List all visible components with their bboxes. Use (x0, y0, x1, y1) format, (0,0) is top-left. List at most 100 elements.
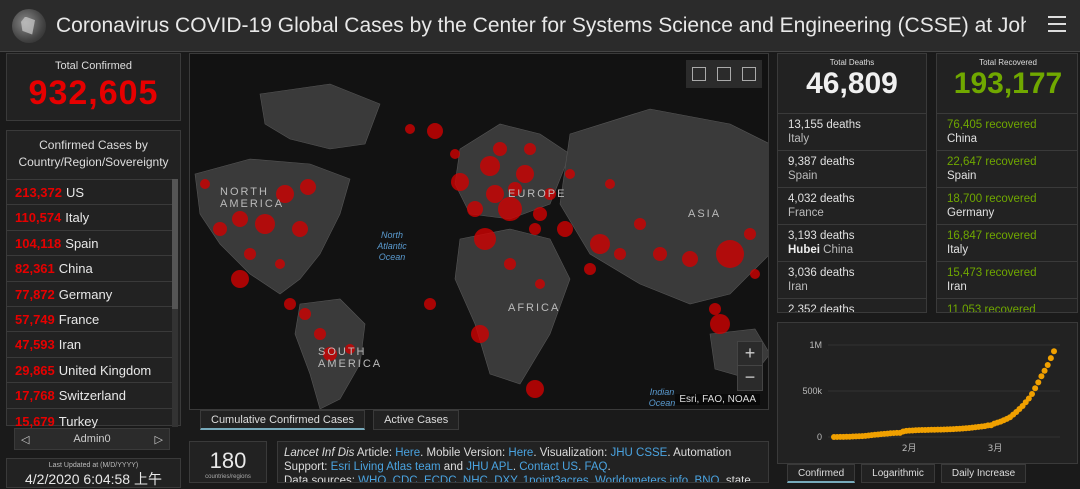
last-updated-panel: Last Updated at (M/D/YYYY) 4/2/2020 6:04… (6, 458, 181, 488)
deaths-row[interactable]: 3,193 deaths Hubei China (778, 225, 926, 262)
country-name: US (66, 185, 85, 200)
admin-label: Admin0 (73, 433, 111, 445)
recovered-row[interactable]: 16,847 recovered Italy (937, 225, 1077, 262)
country-name: Iran (58, 337, 82, 353)
recovered-row[interactable]: 22,647 recovered Spain (937, 151, 1077, 188)
confirmed-count: 29,865 (15, 362, 55, 378)
recovered-count: 15,473 recovered (947, 267, 1037, 279)
chart-point (1035, 379, 1042, 386)
confirmed-count: 15,679 (15, 413, 55, 429)
total-deaths-panel: Total Deaths 46,809 13,155 deaths Italy 9,… (777, 53, 927, 313)
list-scrollbar[interactable] (172, 179, 178, 427)
confirmed-country-row[interactable]: 104,118 Spain (7, 229, 173, 255)
tab-confirmed[interactable]: Confirmed (787, 464, 856, 483)
deaths-row[interactable]: 9,387 deaths Spain (778, 151, 926, 188)
recovered-row[interactable]: 11,053 recoveredFrance (937, 299, 1077, 313)
zoom-in-button[interactable]: + (738, 342, 762, 366)
chart-point (1038, 373, 1045, 380)
country-name: Germany (58, 286, 113, 302)
confirmed-country-row[interactable]: 77,872 Germany (7, 280, 173, 306)
recovered-count: 11,053 recovered (947, 304, 1036, 313)
list-icon[interactable] (716, 67, 731, 81)
y-tick-label: 0 (817, 432, 822, 442)
confirmed-chart-panel: 1M 500k 0 2月 3月 (777, 322, 1078, 464)
confirmed-country-row[interactable]: 47,593 Iran (7, 331, 173, 356)
label-africa: AFRICA (508, 302, 561, 314)
deaths-list: 13,155 deaths Italy 9,387 deaths Spain 4,032… (778, 114, 926, 312)
confirmed-count: 104,118 (15, 235, 62, 251)
deaths-row[interactable]: 13,155 deaths Italy (778, 114, 926, 151)
deaths-count: 9,387 deaths (788, 156, 855, 168)
recovered-count: 16,847 recovered (947, 230, 1037, 242)
countries-count-value: 180 (209, 448, 247, 473)
recovered-count: 18,700 recovered (947, 193, 1037, 205)
last-updated-value: 4/2/2020 6:04:58 上午 (25, 471, 162, 487)
chart-point (1032, 385, 1039, 392)
recovered-count: 22,647 recovered (947, 156, 1037, 168)
hamburger-menu-icon[interactable] (1048, 16, 1066, 32)
zoom-control: + − (737, 341, 763, 391)
tab-logarithmic[interactable]: Logarithmic (861, 464, 935, 483)
confirmed-country-row[interactable]: 29,865 United Kingdom (7, 356, 173, 382)
deaths-location: Hubei China (788, 244, 854, 256)
bookmark-icon[interactable] (691, 67, 706, 81)
confirmed-country-row[interactable]: 110,574 Italy (7, 204, 173, 229)
data-sources-link[interactable]: WHO, CDC, ECDC, NHC, DXY, 1point3acres, … (358, 475, 722, 482)
recovered-list: 76,405 recovered China 22,647 recovered Spa… (937, 114, 1077, 313)
tab-daily-increase[interactable]: Daily Increase (940, 464, 1027, 483)
deaths-location: Iran (788, 281, 808, 293)
prev-arrow-icon[interactable]: ◁ (21, 433, 29, 446)
deaths-row[interactable]: 3,036 deaths Iran (778, 262, 926, 299)
tab-cumulative-confirmed[interactable]: Cumulative Confirmed Cases (200, 410, 366, 430)
here-link-article[interactable]: Here (395, 447, 420, 459)
world-map[interactable]: NORTH AMERICA SOUTH AMERICA EUROPE AFRICA … (189, 53, 769, 410)
deaths-count: 3,193 deaths (788, 230, 855, 242)
map-toolbar (686, 60, 762, 88)
esri-link[interactable]: Esri Living Atlas team (331, 461, 441, 473)
jhu-apl-link[interactable]: JHU APL (466, 461, 513, 473)
map-tabs: Cumulative Confirmed Cases Active Cases (200, 410, 467, 430)
label-europe: EUROPE (508, 188, 567, 200)
deaths-location: Italy (788, 133, 810, 145)
tab-active-cases[interactable]: Active Cases (373, 410, 460, 430)
qr-code-icon[interactable] (742, 67, 757, 81)
total-recovered-value: 193,177 (953, 67, 1063, 100)
total-deaths-header: Total Deaths 46,809 (778, 58, 926, 114)
total-recovered-header: Total Recovered 193,177 (937, 58, 1077, 114)
recovered-count: 76,405 recovered (947, 119, 1037, 131)
chart-point (1051, 348, 1057, 355)
deaths-row[interactable]: 2,352 deathsUnited Kingdom (778, 299, 926, 312)
confirmed-count: 17,768 (15, 388, 55, 404)
recovered-row[interactable]: 15,473 recovered Iran (937, 262, 1077, 299)
recovered-row[interactable]: 18,700 recovered Germany (937, 188, 1077, 225)
recovered-location: Spain (947, 170, 977, 182)
deaths-row[interactable]: 4,032 deaths France (778, 188, 926, 225)
label-south-america: SOUTH AMERICA (318, 346, 383, 370)
here-link-mobile[interactable]: Here (508, 447, 533, 459)
recovered-location: Iran (947, 281, 967, 293)
contact-us-link[interactable]: Contact US (519, 461, 578, 473)
country-name: China (58, 261, 93, 277)
country-name: Switzerland (58, 388, 126, 404)
zoom-out-button[interactable]: − (738, 366, 762, 390)
next-arrow-icon[interactable]: ▷ (155, 433, 163, 446)
confirmed-country-row[interactable]: 57,749 France (7, 305, 173, 331)
country-name: Turkey (58, 413, 99, 429)
chart-point (1047, 355, 1054, 362)
jhu-csse-link[interactable]: JHU CSSE (610, 447, 667, 459)
confirmed-country-row[interactable]: 213,372 US (7, 179, 173, 204)
country-name: United Kingdom (58, 362, 152, 378)
recovered-row[interactable]: 76,405 recovered China (937, 114, 1077, 151)
countries-count-label: countries/regions (205, 474, 251, 480)
map-attribution: Esri, FAO, NOAA (675, 394, 760, 405)
total-deaths-value: 46,809 (806, 67, 898, 100)
faq-link[interactable]: FAQ (584, 461, 607, 473)
country-name: Spain (65, 235, 99, 251)
confirmed-country-row[interactable]: 82,361 China (7, 255, 173, 280)
confirmed-country-row[interactable]: 17,768 Switzerland (7, 382, 173, 407)
country-name: Italy (65, 210, 90, 226)
label-asia: ASIA (688, 208, 722, 220)
total-confirmed-value: 932,605 (28, 74, 159, 112)
confirmed-count: 77,872 (15, 286, 55, 302)
page-title: Coronavirus COVID-19 Global Cases by the… (56, 13, 1026, 37)
